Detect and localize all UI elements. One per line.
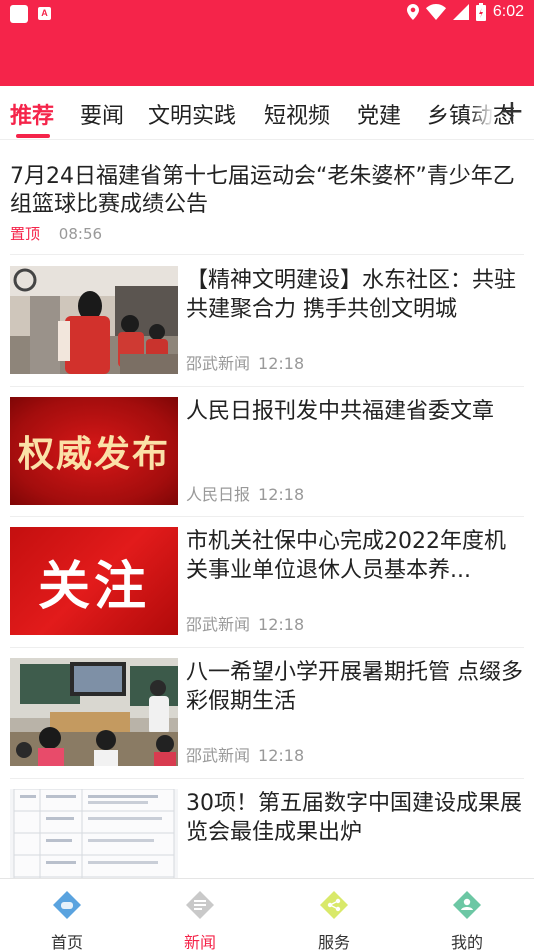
location-icon [406,4,419,20]
divider [10,647,524,648]
active-tab-indicator [16,134,50,138]
list-item[interactable]: 关注 市机关社保中心完成2022年度机关事业单位退休人员基本养... 邵武新闻 1… [10,527,524,635]
divider [10,778,524,779]
profile-icon [453,891,481,919]
volunteers-photo [10,266,178,374]
article-time: 12:18 [258,746,305,765]
news-feed[interactable]: 7月24日福建省第十七届运动会“老朱婆杯”青少年乙组篮球比赛成绩公告 置顶 08… [0,141,534,878]
pinned-article[interactable]: 7月24日福建省第十七届运动会“老朱婆杯”青少年乙组篮球比赛成绩公告 置顶 08… [10,163,524,244]
article-title: 30项！第五届数字中国建设成果展览会最佳成果出炉 [186,791,522,845]
share-icon [320,891,348,919]
battery-icon [475,3,486,21]
article-source: 邵武新闻 [186,354,251,373]
signal-icon [452,4,469,20]
category-tabs: 推荐 要闻 文明实践 短视频 党建 乡镇动态 [0,86,534,140]
article-title: 【精神文明建设】水东社区：共驻共建聚合力 携手共创文明城 [186,268,517,322]
home-icon [53,891,81,919]
bottom-navigation: 首页 新闻 服务 我的 [0,878,534,950]
nav-label: 首页 [50,933,83,950]
classroom-photo [10,658,178,766]
article-title: 市机关社保中心完成2022年度机关事业单位退休人员基本养... [186,529,506,583]
clock: 6:02 [492,3,524,20]
article-time: 12:18 [258,354,305,373]
divider [10,254,524,255]
tab-fade [470,88,494,138]
tab-civilization-practice[interactable]: 文明实践 [148,98,236,130]
notification-icon [10,5,28,23]
article-source: 邵武新闻 [186,746,251,765]
add-channel-button[interactable]: + [496,92,528,132]
article-source: 人民日报 [186,485,251,504]
divider [10,516,524,517]
list-item[interactable]: 【精神文明建设】水东社区：共驻共建聚合力 携手共创文明城 邵武新闻 12:18 [10,266,524,374]
document-table-image [10,789,178,878]
attention-banner: 关注 [10,527,178,635]
tab-headlines[interactable]: 要闻 [80,98,124,130]
nav-label: 我的 [450,933,483,950]
article-title: 人民日报刊发中共福建省委文章 [186,399,495,424]
list-item[interactable]: 八一希望小学开展暑期托管 点缀多彩假期生活 邵武新闻 12:18 [10,658,524,766]
nav-label: 服务 [317,933,350,950]
divider [10,386,524,387]
authoritative-release-banner: 权威发布 [10,397,178,505]
nav-news[interactable]: 新闻 [150,889,250,950]
nav-home[interactable]: 首页 [17,889,117,950]
nav-services[interactable]: 服务 [284,889,384,950]
tab-short-video[interactable]: 短视频 [264,98,330,130]
nav-profile[interactable]: 我的 [417,889,517,950]
app-notification-icon: A [38,7,51,20]
status-bar: A 6:02 [0,0,534,28]
article-time: 08:56 [58,225,103,243]
article-time: 12:18 [258,485,305,504]
article-time: 12:18 [258,615,305,634]
tab-recommended[interactable]: 推荐 [10,98,54,130]
list-item[interactable]: 权威发布 人民日报刊发中共福建省委文章 人民日报 12:18 [10,397,524,505]
article-title: 7月24日福建省第十七届运动会“老朱婆杯”青少年乙组篮球比赛成绩公告 [10,164,515,217]
app-header [0,28,534,86]
wifi-icon [425,4,446,20]
nav-label: 新闻 [183,933,216,950]
pinned-badge: 置顶 [10,225,41,243]
tab-party-building[interactable]: 党建 [357,98,401,130]
article-source: 邵武新闻 [186,615,251,634]
news-icon [186,891,214,919]
list-item[interactable]: 30项！第五届数字中国建设成果展览会最佳成果出炉 [10,789,524,878]
article-title: 八一希望小学开展暑期托管 点缀多彩假期生活 [186,660,523,714]
